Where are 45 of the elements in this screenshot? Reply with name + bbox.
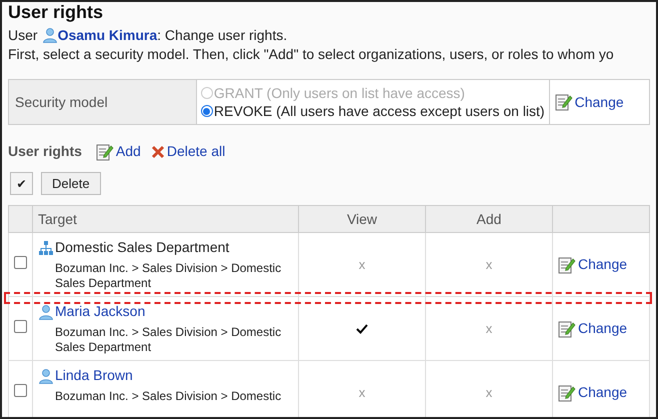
- edit-icon: [554, 93, 573, 111]
- delete-icon: [150, 144, 165, 158]
- user-label: User: [8, 26, 38, 44]
- user-icon: [38, 304, 54, 320]
- column-header: Target: [32, 206, 298, 232]
- organization-name: Domestic Sales Department: [55, 238, 230, 257]
- change-link[interactable]: Change: [578, 382, 628, 403]
- change-link[interactable]: Change: [574, 92, 624, 112]
- row-checkbox[interactable]: [14, 320, 27, 333]
- denied-mark: x: [358, 384, 366, 400]
- organization-path: Bozuman Inc. > Sales Division > Domestic Sales Department: [54, 325, 282, 355]
- edit-icon: [558, 384, 576, 402]
- column-header: Add: [426, 206, 552, 232]
- change-link[interactable]: Change: [578, 254, 628, 275]
- organization-path: Bozuman Inc. > Sales Division > Domestic: [54, 389, 282, 404]
- user-link[interactable]: Maria Jackson: [55, 301, 146, 322]
- org-chart-icon: [38, 240, 54, 256]
- organization-path: Bozuman Inc. > Sales Division > Domestic Sales Department: [54, 261, 282, 291]
- header-cell: [8, 206, 32, 232]
- security-model-label: Security model: [9, 80, 197, 124]
- denied-mark: x: [486, 320, 492, 336]
- user-icon: [42, 27, 58, 43]
- radio-button[interactable]: [200, 105, 213, 117]
- page-title: User rights: [8, 2, 104, 22]
- edit-icon: [558, 320, 576, 338]
- user-link[interactable]: Linda Brown: [55, 365, 133, 386]
- change-link[interactable]: Change: [578, 318, 628, 339]
- row-checkbox[interactable]: [14, 384, 27, 397]
- add-link[interactable]: Add: [116, 141, 141, 162]
- radio-option[interactable]: REVOKE (All users have access except users on list): [200, 102, 545, 120]
- user-link[interactable]: Osamu Kimura: [58, 26, 158, 44]
- section-heading: User rights: [8, 142, 82, 161]
- denied-mark: x: [358, 256, 366, 272]
- description-text: : Change user rights.: [157, 26, 288, 44]
- user-icon: [38, 368, 54, 384]
- column-header: View: [298, 206, 426, 232]
- denied-mark: x: [486, 384, 492, 400]
- row-checkbox[interactable]: [14, 256, 27, 269]
- edit-icon: [96, 142, 114, 160]
- edit-icon: [558, 256, 576, 274]
- instruction-text: First, select a security model. Then, click "Add" to select organizations, users, or roles to whom yo: [8, 45, 615, 64]
- delete-button[interactable]: Delete: [41, 172, 101, 195]
- denied-mark: x: [486, 256, 492, 272]
- delete-all-link[interactable]: Delete all: [166, 141, 226, 162]
- select-all-button[interactable]: ✔: [10, 172, 33, 195]
